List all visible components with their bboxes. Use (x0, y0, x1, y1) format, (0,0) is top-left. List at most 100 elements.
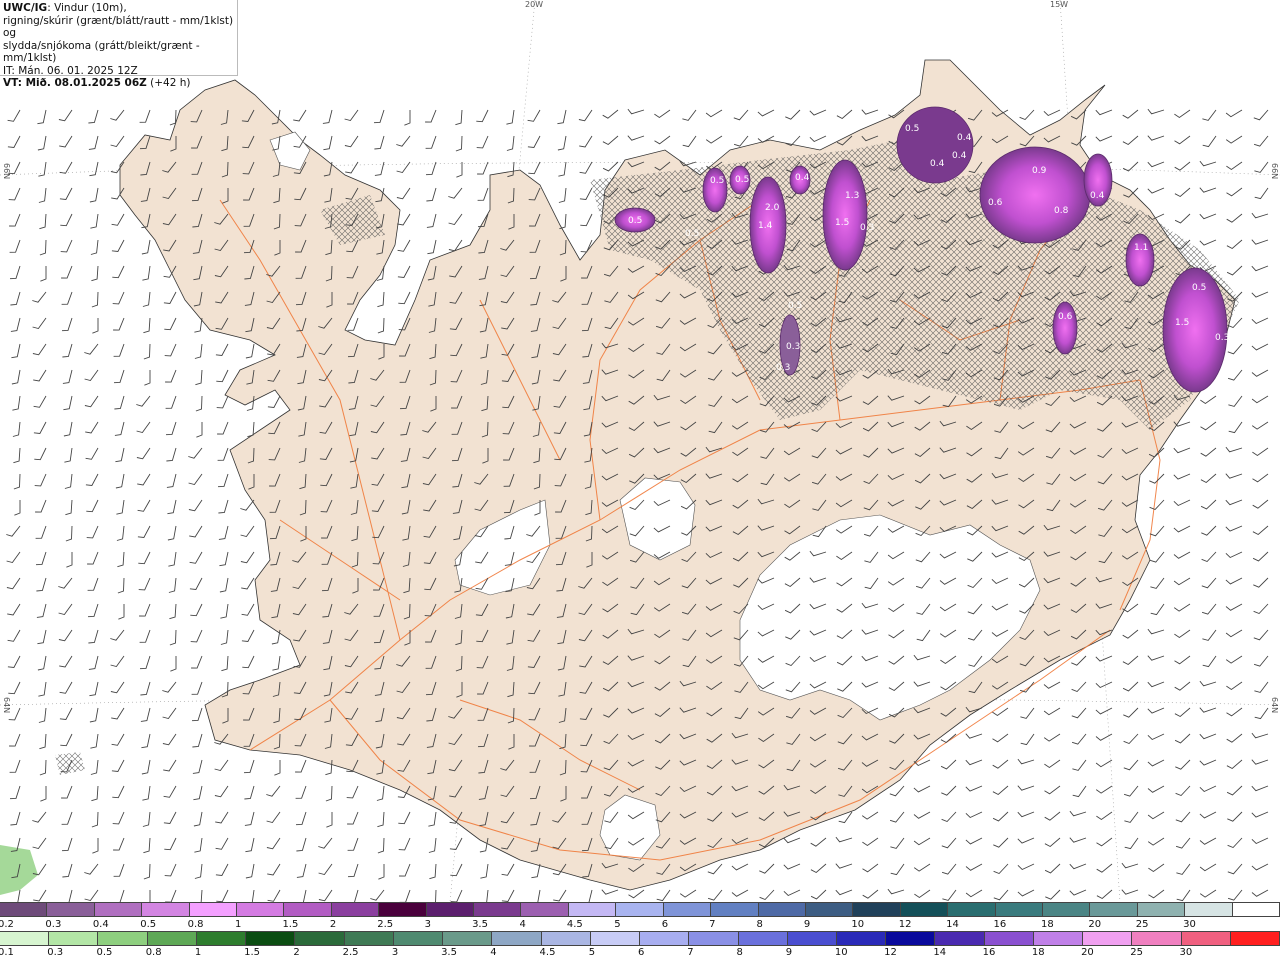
legend-tick-label: 4 (519, 919, 526, 930)
legend-tick-label: 4.5 (566, 919, 583, 930)
legend-swatch (426, 902, 475, 917)
legend-tick-label: 7 (709, 919, 716, 930)
legend-swatch (94, 902, 143, 917)
legend-swatch (568, 902, 617, 917)
map-title-box: UWC/IG: Vindur (10m), rigning/skúrir (gr… (0, 0, 238, 89)
legend-swatch (0, 902, 48, 917)
legend-tick-label: 8 (756, 919, 763, 930)
legend-tick-label: 30 (1179, 947, 1193, 958)
legend-swatch (663, 902, 712, 917)
legend-swatch (689, 931, 739, 946)
legend-swatch (758, 902, 806, 917)
legend-tick-label: 0.5 (96, 947, 113, 958)
precip-label: 0.5 (685, 229, 699, 239)
title-line2: rigning/skúrir (grænt/blátt/rautt - mm/1… (3, 14, 234, 40)
legend-swatch (379, 902, 427, 917)
precip-label: 0.3 (860, 223, 874, 233)
legend-swatch (948, 902, 996, 917)
legend-swatch (393, 931, 444, 946)
legend-tick-label: 4 (490, 947, 497, 958)
legend-snow-labels: 0.2 0.3 0.4 0.5 0.8 1 1.5 2 2.5 3 3.5 4 4.5 5 6 7 8 9 10 12… (0, 919, 1280, 931)
legend-swatch (1132, 931, 1182, 946)
precip-blob (1052, 301, 1078, 355)
legend-tick-label: 0.5 (140, 919, 157, 930)
legend-swatch (1090, 902, 1138, 917)
precip-label: 0.5 (905, 124, 919, 134)
legend-swatch (1181, 931, 1231, 946)
legend-tick-label: 0.3 (45, 919, 62, 930)
precip-label: 1.3 (845, 191, 859, 201)
legend-tick-label: 30 (1183, 919, 1196, 930)
legend-swatch (640, 931, 690, 946)
lat-label-64n-left: 64N (2, 697, 11, 714)
precip-blob (822, 159, 868, 271)
precip-label: 0.6 (1058, 312, 1073, 322)
legend-swatch (331, 902, 380, 917)
precip-label: 0.6 (988, 198, 1003, 208)
legend-swatch (1232, 902, 1280, 917)
lat-label-66n-left: 66N (2, 163, 11, 180)
legend-swatch (900, 902, 949, 917)
legend-tick-label: 25 (1135, 919, 1149, 930)
legend-tick-label: 3 (424, 919, 432, 930)
precip-label: 0.3 (786, 342, 800, 352)
legend-tick-label: 1.5 (282, 919, 299, 930)
precip-label: 1.5 (835, 218, 849, 228)
legend-tick-label: 0.1 (0, 947, 14, 958)
legend-swatch (984, 931, 1034, 946)
legend-tick-label: 9 (785, 947, 793, 958)
legend-swatch (787, 931, 837, 946)
precip-label: 0.5 (735, 175, 749, 185)
legend-tick-label: 0.2 (0, 919, 14, 930)
precip-label: 0.4 (930, 159, 945, 169)
legend-rain-labels: 0.1 0.3 0.5 0.8 1 1.5 2 2.5 3 3.5 4 4.5 5 6 7 8 9 10 12 14 1… (0, 947, 1280, 959)
lat-label-66n-right: 66N (1270, 163, 1279, 180)
legend-tick-label: 14 (946, 919, 959, 930)
legend-tick-label: 4.5 (539, 947, 556, 958)
precip-label: 0.4 (957, 133, 972, 143)
legend-tick-label: 0.4 (92, 919, 109, 930)
legend-tick-label: 5 (588, 947, 596, 958)
legend-tick-label: 9 (803, 919, 811, 930)
lon-label-20w: 20W (525, 0, 544, 9)
legend-swatch (237, 902, 285, 917)
legend-tick-label: 6 (661, 919, 669, 930)
legend-tick-label: 6 (638, 947, 645, 958)
precip-label: 0.5 (628, 216, 642, 226)
precip-label: 1.5 (1175, 318, 1189, 328)
legend-swatch (492, 931, 542, 946)
precip-label: 0.3 (776, 363, 790, 373)
precip-label: 0.5 (1192, 283, 1206, 293)
legend-swatch (189, 902, 238, 917)
precip-label: 1.4 (758, 221, 773, 231)
legend-swatch (344, 931, 394, 946)
legend-tick-label: 14 (933, 947, 947, 958)
precip-label: 0.5 (710, 176, 724, 186)
title-line1: : Vindur (10m), (47, 2, 127, 14)
legend-tick-label: 12 (884, 947, 897, 958)
legend-swatch (711, 902, 759, 917)
weather-map: 0.5 0.4 0.4 0.4 0.5 0.5 0.5 0.4 2.0 1.4 … (0, 0, 1280, 902)
legend-tick-label: 16 (993, 919, 1007, 930)
legend-swatch (541, 931, 591, 946)
legend-swatch (1083, 931, 1133, 946)
precip-label: 0.3 (1215, 333, 1229, 343)
legend-tick-label: 8 (736, 947, 743, 958)
legend-swatch (521, 902, 569, 917)
legend-swatch (886, 931, 936, 946)
legend-tick-label: 0.8 (145, 947, 162, 958)
title-line3: slydda/snjókoma (grátt/bleikt/grænt - mm… (3, 39, 200, 65)
legend-tick-label: 3.5 (441, 947, 457, 958)
legend-swatch (142, 902, 190, 917)
precip-label: 0.4 (795, 173, 810, 183)
legend-swatch (805, 902, 854, 917)
legend-tick-label: 0.8 (187, 919, 204, 930)
init-time: IT: Mán. 06. 01. 2025 12Z (3, 64, 138, 77)
legend-swatch (1137, 902, 1186, 917)
precip-blob (1125, 233, 1155, 287)
legend-swatch (995, 902, 1043, 917)
legend-tick-label: 2 (293, 947, 300, 958)
legend-tick-label: 10 (851, 919, 865, 930)
lat-label-64n-right: 64N (1270, 697, 1279, 714)
legend-tick-label: 2 (329, 919, 337, 930)
